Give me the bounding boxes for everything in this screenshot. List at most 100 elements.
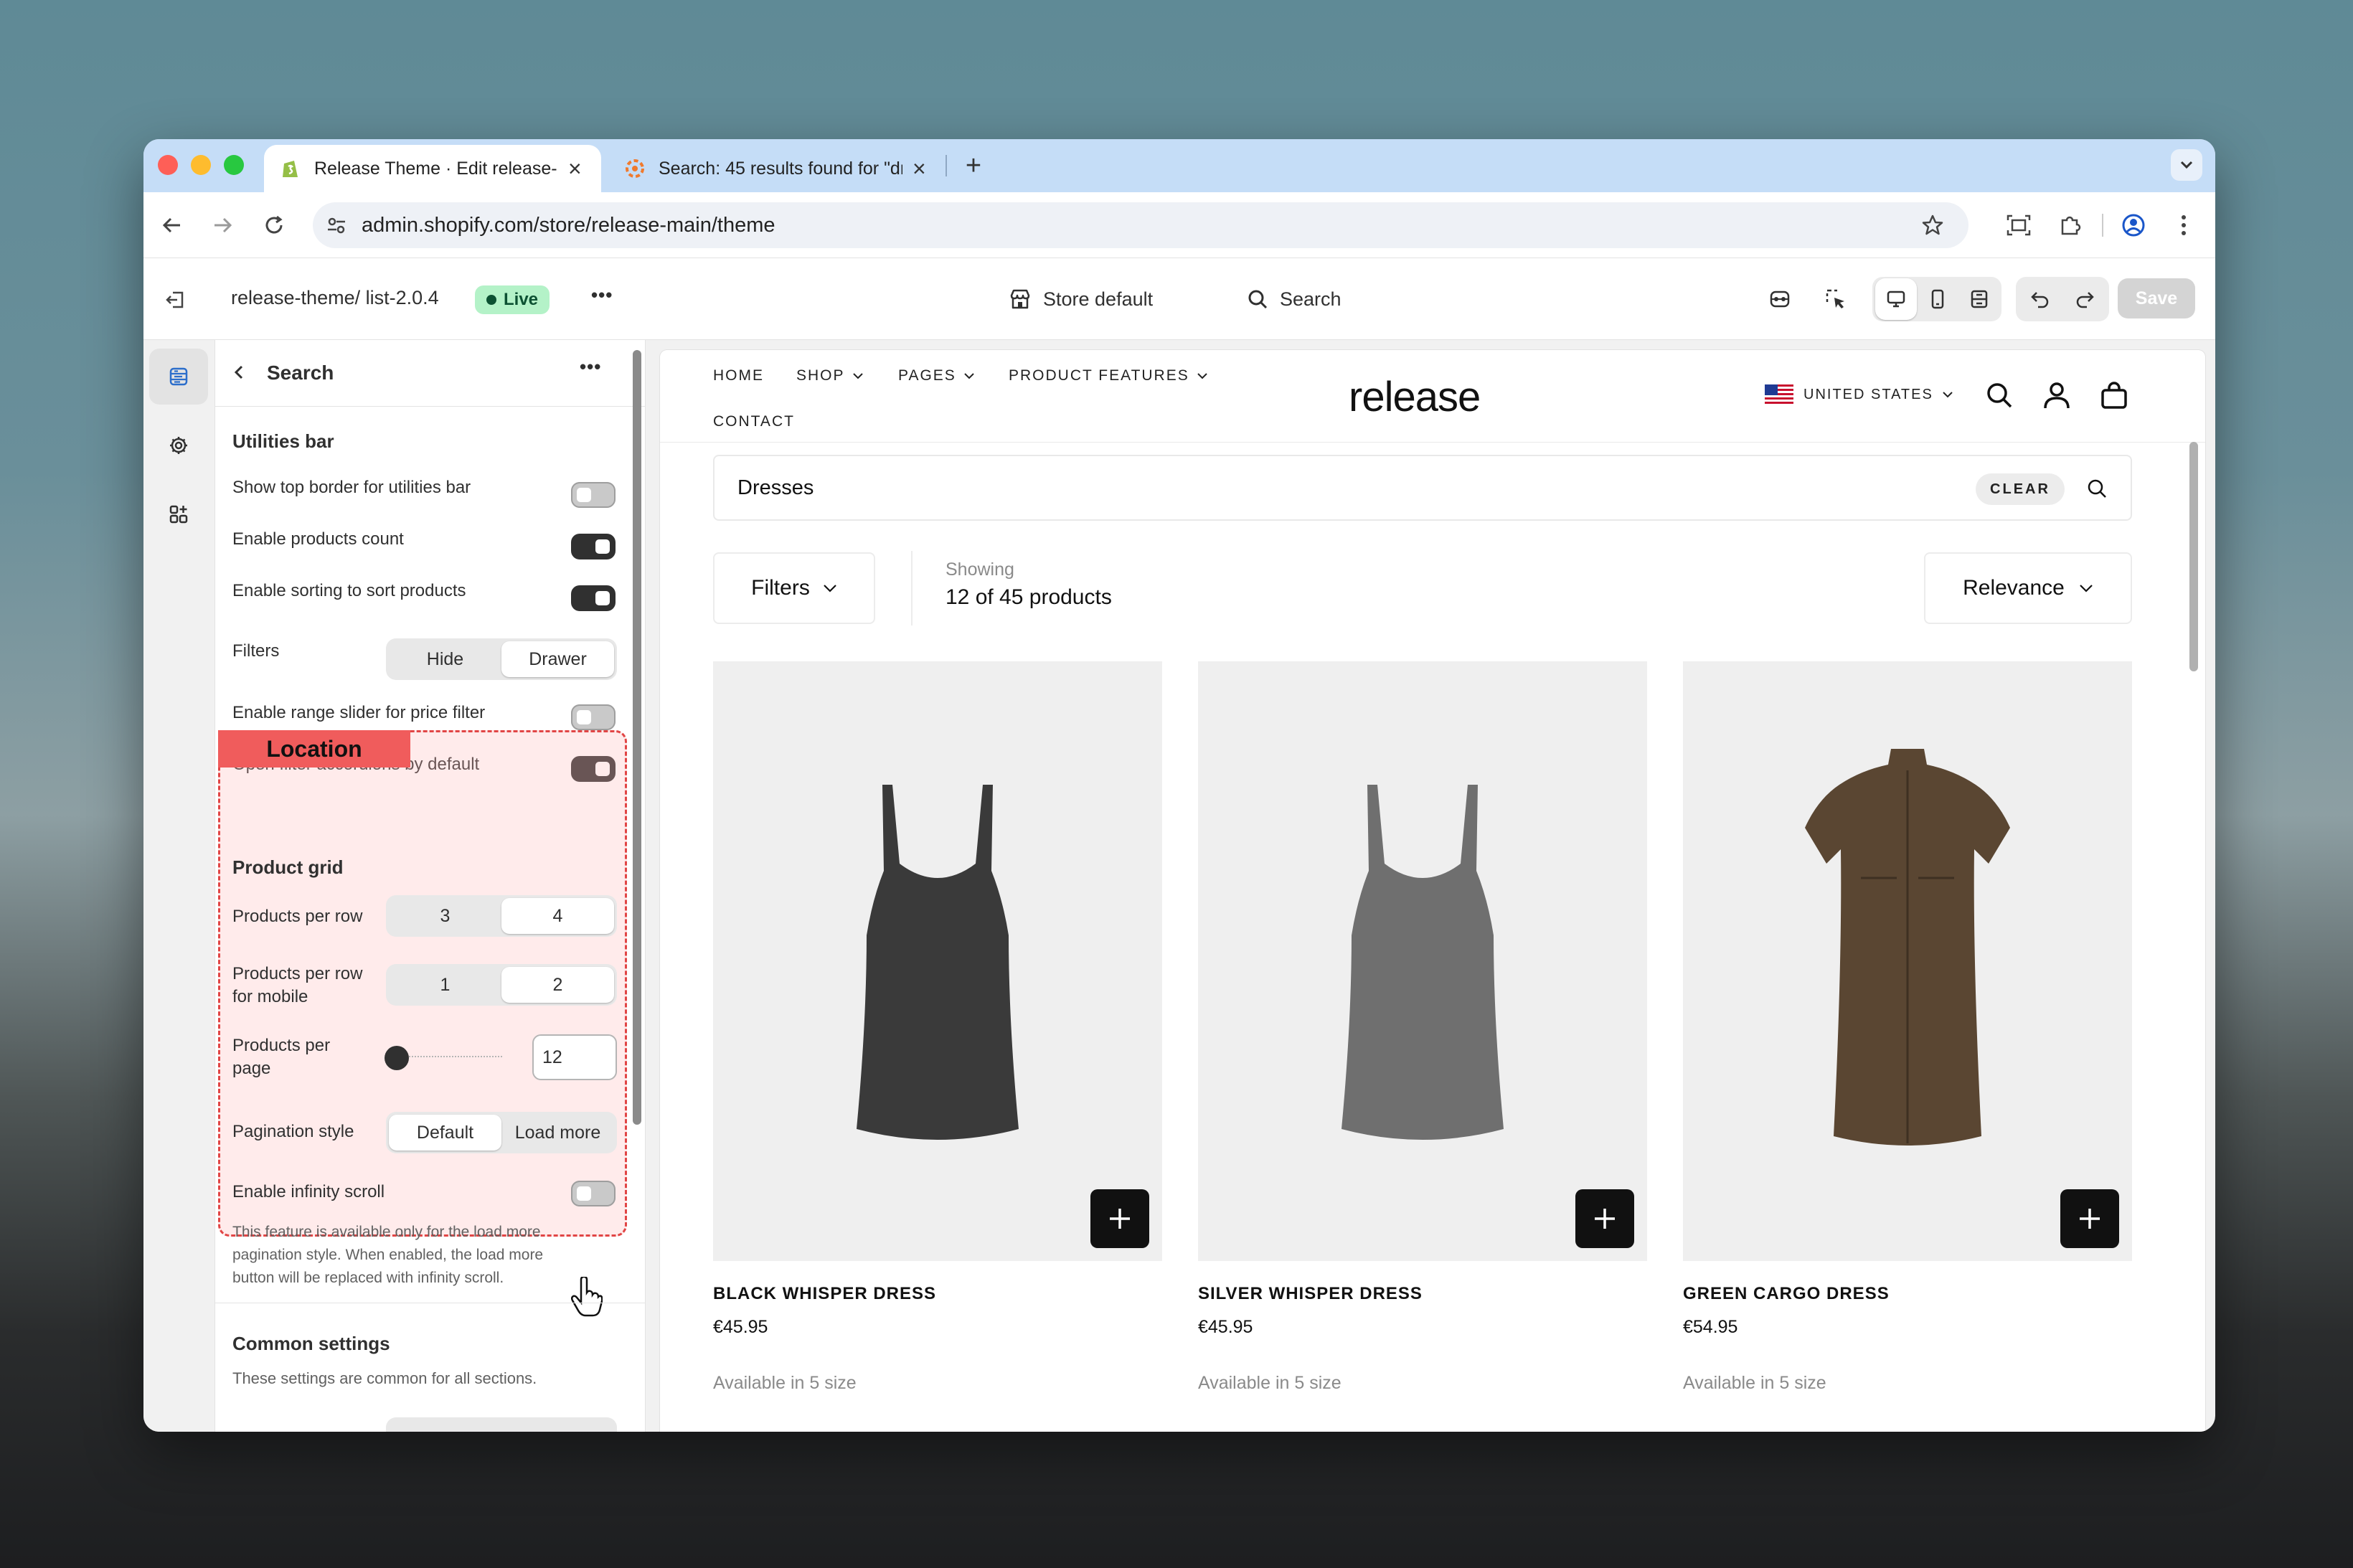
filters-option-drawer[interactable]: Drawer xyxy=(501,641,614,677)
quick-add-button[interactable] xyxy=(1575,1189,1634,1248)
per-row-option-4[interactable]: 4 xyxy=(501,898,614,934)
cart-bag-icon[interactable] xyxy=(2098,379,2131,412)
back-chevron-icon[interactable] xyxy=(228,362,250,383)
select-element-icon[interactable] xyxy=(1819,283,1852,316)
filters-segmented-control: Hide Drawer xyxy=(386,638,617,680)
screenshot-icon[interactable] xyxy=(2003,209,2034,241)
panel-scrollbar[interactable] xyxy=(633,350,641,1125)
forward-arrow-icon[interactable] xyxy=(207,209,238,241)
fullscreen-view-button[interactable] xyxy=(1958,278,2000,320)
product-card-black-whisper[interactable] xyxy=(713,661,1162,1261)
products-count-toggle[interactable] xyxy=(571,534,616,559)
product-image-green-dress xyxy=(1805,749,2010,1146)
per-page-slider-track[interactable] xyxy=(395,1056,502,1060)
nav-pages[interactable]: PAGES xyxy=(898,367,975,384)
account-icon[interactable] xyxy=(2040,379,2073,412)
hand-cursor-icon xyxy=(571,1277,603,1317)
location-annotation-label: Location xyxy=(218,730,410,768)
per-page-slider-thumb[interactable] xyxy=(385,1046,409,1070)
preview-scrollbar[interactable] xyxy=(2189,442,2198,671)
site-settings-icon[interactable] xyxy=(326,214,347,236)
new-tab-button[interactable]: + xyxy=(957,149,990,182)
pagination-style-control: Default Load more xyxy=(386,1112,617,1153)
mobile-option-2[interactable]: 2 xyxy=(501,967,614,1003)
redo-button[interactable] xyxy=(2063,278,2106,320)
product-availability: Available in 5 size xyxy=(1198,1373,1341,1393)
showing-count: 12 of 45 products xyxy=(946,585,1112,609)
live-status-badge: Live xyxy=(475,285,550,314)
store-search-icon[interactable] xyxy=(1983,379,2016,412)
sections-icon[interactable] xyxy=(149,349,208,405)
store-search-field[interactable]: Dresses CLEAR xyxy=(713,455,2132,521)
product-card-green-cargo[interactable] xyxy=(1683,661,2132,1261)
tab-release-theme[interactable]: Release Theme · Edit release-main × xyxy=(264,145,601,192)
per-row-option-3[interactable]: 3 xyxy=(389,898,501,934)
product-name[interactable]: BLACK WHISPER DRESS xyxy=(713,1284,936,1304)
app-embeds-icon[interactable] xyxy=(149,486,208,542)
close-window-button[interactable] xyxy=(158,155,178,175)
reload-icon[interactable] xyxy=(258,209,290,241)
store-selector[interactable]: Store default xyxy=(1009,280,1153,318)
sort-by-button[interactable]: Relevance xyxy=(1924,552,2132,624)
editor-search-button[interactable]: Search xyxy=(1247,280,1341,318)
store-logo[interactable]: release xyxy=(1349,373,1481,421)
range-slider-label: Enable range slider for price filter xyxy=(232,703,486,722)
pagination-option-load-more[interactable]: Load more xyxy=(501,1115,614,1151)
tab-search-chevron-icon[interactable] xyxy=(2171,149,2202,181)
undo-icon xyxy=(2031,292,2049,308)
section-more-button[interactable]: ••• xyxy=(580,356,601,378)
product-name[interactable]: GREEN CARGO DRESS xyxy=(1683,1284,1890,1304)
chevron-down-icon xyxy=(852,373,863,379)
url-text: admin.shopify.com/store/release-main/the… xyxy=(362,213,775,237)
theme-name[interactable]: release-theme/ list-2.0.4 xyxy=(231,287,439,309)
bookmark-star-icon[interactable] xyxy=(1917,209,1948,241)
close-tab-icon[interactable]: × xyxy=(568,156,582,182)
undo-button[interactable] xyxy=(2019,278,2062,320)
products-per-row-control: 3 4 xyxy=(386,895,617,937)
save-button[interactable]: Save xyxy=(2118,278,2195,318)
chevron-down-icon xyxy=(1943,392,1953,398)
maximize-window-button[interactable] xyxy=(224,155,244,175)
mobile-view-button[interactable] xyxy=(1917,278,1958,320)
show-top-border-toggle[interactable] xyxy=(571,482,616,508)
exit-editor-icon[interactable] xyxy=(159,284,191,316)
sorting-toggle[interactable] xyxy=(571,585,616,611)
clear-search-button[interactable]: CLEAR xyxy=(1976,473,2065,505)
range-slider-toggle[interactable] xyxy=(571,704,616,730)
nav-shop[interactable]: SHOP xyxy=(796,367,864,384)
back-arrow-icon[interactable] xyxy=(156,209,188,241)
nav-product-features[interactable]: PRODUCT FEATURES xyxy=(1009,367,1208,384)
quick-add-button[interactable] xyxy=(1090,1189,1149,1248)
profile-avatar-icon[interactable] xyxy=(2118,209,2149,241)
theme-more-button[interactable]: ••• xyxy=(591,284,613,306)
quick-add-button[interactable] xyxy=(2060,1189,2119,1248)
pagination-option-default[interactable]: Default xyxy=(389,1115,501,1151)
per-page-input[interactable]: 12 xyxy=(532,1034,617,1080)
filters-button[interactable]: Filters xyxy=(713,552,875,624)
search-submit-icon[interactable] xyxy=(2086,478,2108,499)
tab-search-results[interactable]: Search: 45 results found for "dresses" × xyxy=(608,145,946,192)
infinity-help-line1: This feature is available only for the l… xyxy=(232,1224,541,1240)
product-availability: Available in 5 size xyxy=(713,1373,857,1393)
nav-contact[interactable]: CONTACT xyxy=(713,413,795,430)
close-tab-icon[interactable]: × xyxy=(913,156,926,182)
browser-menu-icon[interactable] xyxy=(2168,209,2199,241)
inspector-icon[interactable] xyxy=(1763,283,1796,316)
panel-divider xyxy=(215,406,645,407)
extensions-puzzle-icon[interactable] xyxy=(2055,209,2086,241)
common-settings-control[interactable] xyxy=(386,1417,617,1432)
country-selector[interactable]: UNITED STATES xyxy=(1765,384,1953,405)
theme-settings-gear-icon[interactable] xyxy=(149,417,208,473)
product-grid-heading: Product grid xyxy=(232,856,344,878)
infinity-scroll-toggle[interactable] xyxy=(571,1181,616,1206)
desktop-view-button[interactable] xyxy=(1875,278,1917,320)
nav-home[interactable]: HOME xyxy=(713,367,764,384)
address-bar[interactable]: admin.shopify.com/store/release-main/the… xyxy=(313,202,1968,248)
header-divider xyxy=(660,442,2205,443)
sort-label: Relevance xyxy=(1963,576,2065,600)
filters-option-hide[interactable]: Hide xyxy=(389,641,501,677)
mobile-option-1[interactable]: 1 xyxy=(389,967,501,1003)
minimize-window-button[interactable] xyxy=(191,155,211,175)
product-card-silver-whisper[interactable] xyxy=(1198,661,1647,1261)
product-name[interactable]: SILVER WHISPER DRESS xyxy=(1198,1284,1423,1304)
